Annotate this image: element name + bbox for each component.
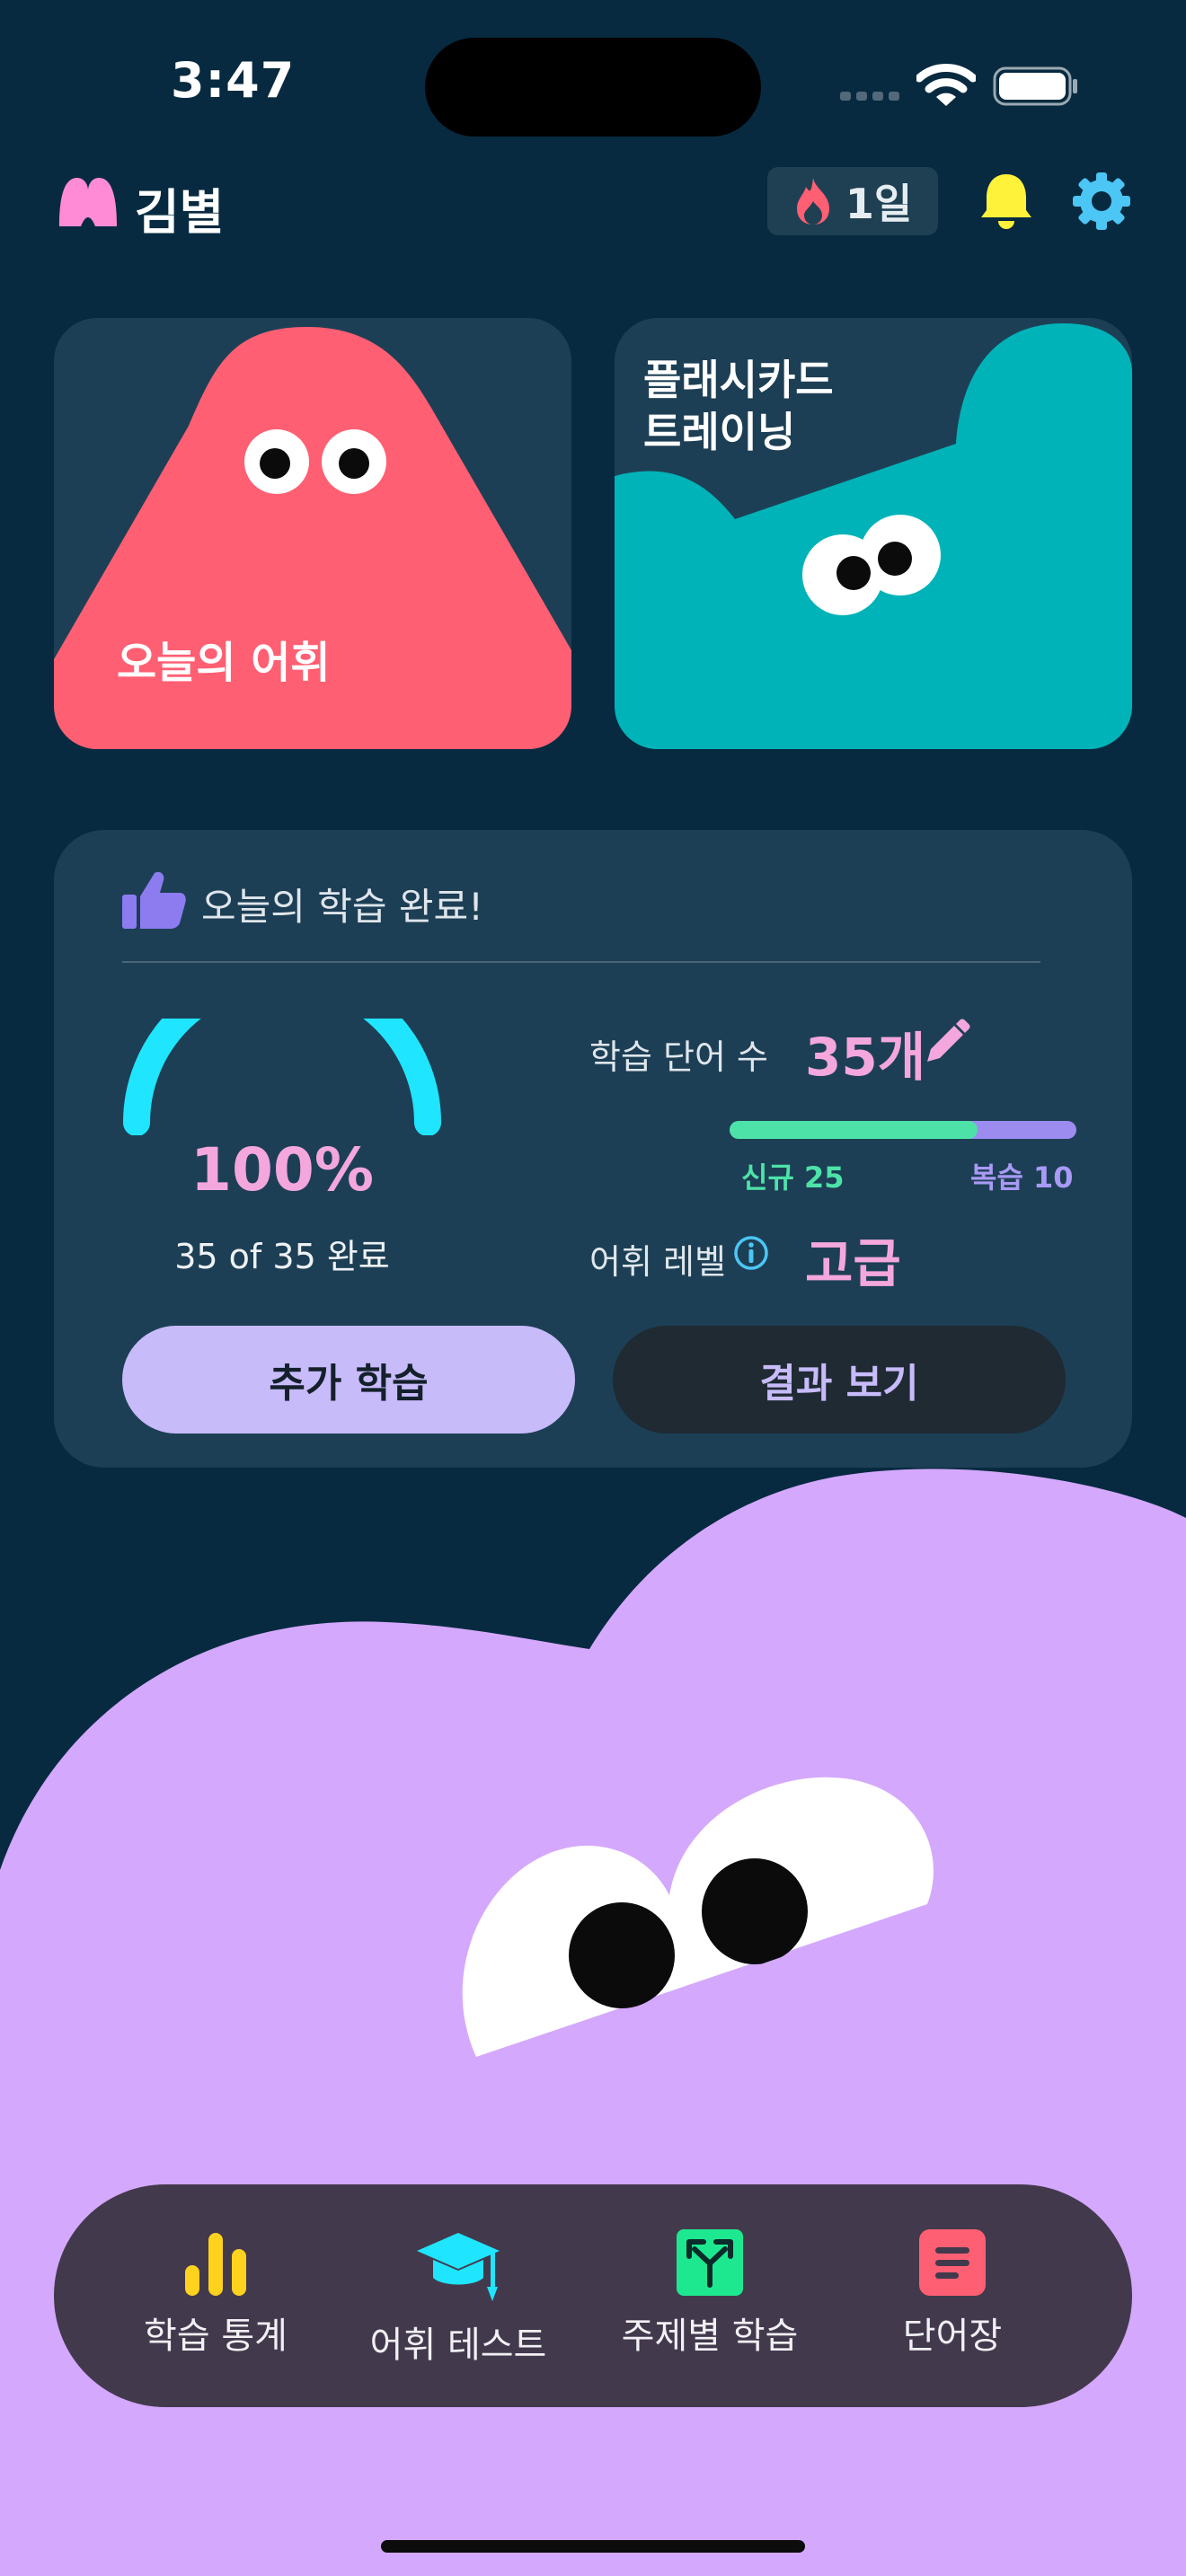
review-words-label: 복습 10 — [970, 1160, 1074, 1195]
nav-vocab-test[interactable]: 어휘 테스트 — [341, 2184, 575, 2407]
fire-icon — [796, 178, 829, 225]
pencil-icon[interactable] — [922, 1019, 970, 1067]
divider — [122, 961, 1040, 963]
info-icon[interactable] — [733, 1235, 769, 1271]
nav-label: 어휘 테스트 — [369, 2325, 547, 2366]
nav-topic-study[interactable]: 주제별 학습 — [593, 2184, 827, 2407]
daily-progress-card: 오늘의 학습 완료! 100% 35 of 35 완료 학습 단어 수 35개 … — [54, 830, 1132, 1468]
nav-wordbook[interactable]: 단어장 — [836, 2184, 1069, 2407]
nav-label: 단어장 — [902, 2316, 1003, 2357]
progress-gauge — [123, 1019, 441, 1135]
bar-chart-icon — [185, 2233, 246, 2296]
wifi-icon — [916, 64, 976, 106]
graduation-cap-icon — [417, 2233, 500, 2301]
topic-branch-icon — [677, 2229, 743, 2296]
streak-badge[interactable]: 1일 — [767, 167, 938, 235]
words-count: 35개 — [805, 1027, 926, 1088]
progress-count: 35 of 35 완료 — [174, 1237, 390, 1276]
gear-icon[interactable] — [1071, 171, 1132, 232]
streak-count: 1일 — [845, 180, 913, 228]
user-name: 김별 — [135, 184, 225, 241]
battery-icon — [993, 66, 1077, 106]
view-results-button[interactable]: 결과 보기 — [613, 1326, 1066, 1434]
words-label: 학습 단어 수 — [589, 1037, 768, 1077]
nav-study-stats[interactable]: 학습 통계 — [99, 2184, 332, 2407]
new-review-bar — [730, 1121, 1076, 1139]
nav-label: 학습 통계 — [144, 2316, 288, 2357]
bell-icon[interactable] — [979, 171, 1033, 230]
flashcard-training-card[interactable]: 플래시카드 트레이닝 — [615, 318, 1132, 749]
thumbs-up-icon — [122, 871, 186, 929]
wordbook-icon — [919, 2229, 986, 2296]
new-words-label: 신규 25 — [741, 1160, 845, 1195]
new-words-fill — [730, 1121, 978, 1139]
level-value: 고급 — [805, 1233, 901, 1294]
progress-title: 오늘의 학습 완료! — [201, 885, 484, 929]
level-label: 어휘 레벨 — [589, 1242, 726, 1282]
more-study-button[interactable]: 추가 학습 — [122, 1326, 575, 1434]
signal-icon — [840, 92, 899, 101]
nav-label: 주제별 학습 — [621, 2316, 799, 2357]
status-time: 3:47 — [171, 52, 296, 109]
daily-vocab-card[interactable]: 오늘의 어휘 — [54, 318, 571, 749]
home-indicator[interactable] — [381, 2540, 805, 2553]
daily-vocab-label: 오늘의 어휘 — [117, 638, 331, 688]
bottom-nav: 학습 통계 어휘 테스트 주제별 학습 단어장 — [54, 2184, 1132, 2407]
monster-logo-icon[interactable] — [56, 172, 120, 230]
progress-percent: 100% — [190, 1135, 374, 1204]
flashcard-training-label: 플래시카드 트레이닝 — [643, 356, 834, 456]
dynamic-island — [425, 38, 761, 137]
